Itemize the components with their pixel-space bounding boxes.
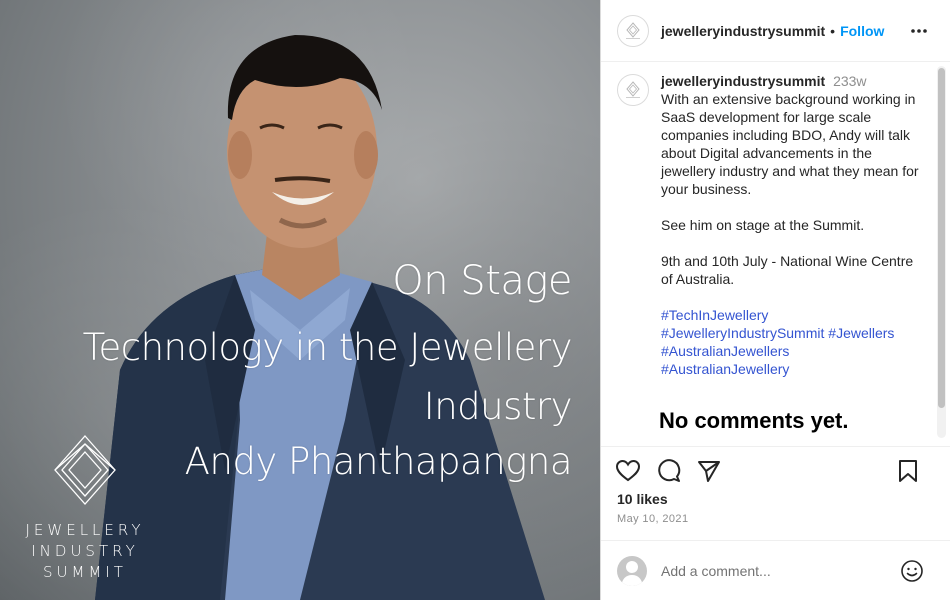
comments-scrollbar[interactable] xyxy=(937,66,946,438)
caption-username[interactable]: jewelleryindustrysummit xyxy=(661,73,825,89)
post-actions: 10 likes May 10, 2021 xyxy=(601,446,950,540)
hashtag-link[interactable]: #JewelleryIndustrySummit xyxy=(661,325,824,341)
overlay-topic-line2: Industry xyxy=(423,385,573,428)
hashtag-link[interactable]: #AustralianJewellers xyxy=(661,343,789,359)
header-separator: • xyxy=(830,22,836,39)
no-comments-message: No comments yet. xyxy=(659,408,849,433)
brand-logo-icon xyxy=(626,21,640,39)
add-comment-bar xyxy=(601,540,950,600)
post-header: jewelleryindustrysummit • Follow xyxy=(601,0,950,62)
caption-avatar[interactable] xyxy=(617,74,649,106)
header-username[interactable]: jewelleryindustrysummit xyxy=(661,23,825,39)
share-icon[interactable] xyxy=(696,459,722,483)
brand-logo-icon xyxy=(626,81,640,98)
heart-icon[interactable] xyxy=(615,459,641,483)
comment-input[interactable] xyxy=(661,562,881,579)
follow-button[interactable]: Follow xyxy=(840,23,884,39)
post-photo[interactable]: On Stage Technology in the Jewellery Ind… xyxy=(0,0,600,600)
logo-line-2: INDUSTRY xyxy=(31,542,139,560)
hashtag-link[interactable]: #TechInJewellery xyxy=(661,307,768,323)
summit-logo: JEWELLERY INDUSTRY SUMMIT xyxy=(22,434,148,583)
more-horizontal-icon[interactable] xyxy=(910,20,928,42)
diamond-logo-icon xyxy=(54,435,116,505)
logo-line-3: SUMMIT xyxy=(43,563,127,581)
overlay-speaker-name: Andy Phanthapangna xyxy=(184,440,573,483)
comment-icon[interactable] xyxy=(656,459,682,483)
logo-line-1: JEWELLERY xyxy=(25,521,145,539)
hashtag-link[interactable]: #AustralianJewellery xyxy=(661,361,789,377)
emoji-icon[interactable] xyxy=(900,559,924,583)
overlay-topic-line1: Technology in the Jewellery xyxy=(82,326,573,369)
caption-text: With an extensive background working in … xyxy=(661,91,919,287)
overlay-title: On Stage xyxy=(392,258,572,304)
caption-hashtags: #TechInJewellery #JewelleryIndustrySummi… xyxy=(661,306,921,378)
post-date[interactable]: May 10, 2021 xyxy=(617,513,688,525)
caption-time[interactable]: 233w xyxy=(833,73,866,89)
hashtag-link[interactable]: #Jewellers xyxy=(828,325,894,341)
user-silhouette-icon xyxy=(621,560,643,586)
instagram-post: On Stage Technology in the Jewellery Ind… xyxy=(0,0,950,600)
current-user-avatar xyxy=(617,555,647,586)
scrollbar-thumb[interactable] xyxy=(938,68,945,408)
comments-section[interactable]: jewelleryindustrysummit 233w With an ext… xyxy=(601,62,950,445)
summit-logo-text: JEWELLERY INDUSTRY SUMMIT xyxy=(22,520,148,583)
likes-count[interactable]: 10 likes xyxy=(617,491,668,507)
bookmark-icon[interactable] xyxy=(897,459,919,483)
post-sidebar: jewelleryindustrysummit • Follow jewelle… xyxy=(600,0,950,600)
caption-body: jewelleryindustrysummit 233w With an ext… xyxy=(661,72,921,378)
post-caption: jewelleryindustrysummit 233w With an ext… xyxy=(617,72,921,378)
account-avatar[interactable] xyxy=(617,14,649,47)
